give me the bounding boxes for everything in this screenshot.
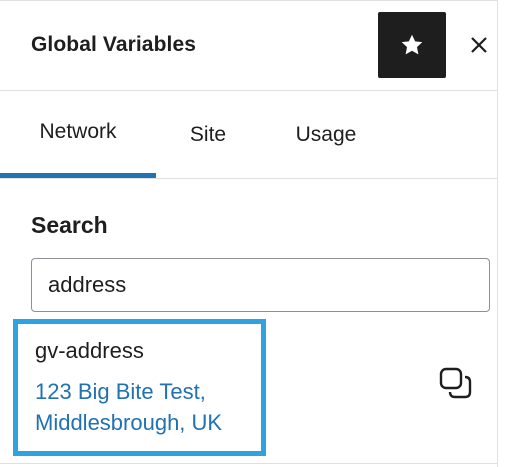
tab-network-label: Network (39, 119, 117, 143)
copy-button[interactable] (434, 363, 478, 403)
tab-bar: Network Site Usage (0, 91, 498, 179)
star-icon (401, 34, 423, 55)
favorite-button[interactable] (378, 12, 446, 78)
tab-network[interactable]: Network (0, 91, 156, 178)
tab-site[interactable]: Site (162, 91, 254, 178)
panel-title: Global Variables (31, 33, 197, 56)
search-input[interactable] (31, 258, 490, 312)
panel-header: Global Variables (0, 1, 498, 91)
tab-usage[interactable]: Usage (268, 91, 384, 178)
close-button[interactable] (462, 26, 496, 64)
tab-usage-label: Usage (295, 122, 357, 146)
search-label: Search (31, 212, 108, 238)
copy-icon (439, 367, 472, 399)
active-tab-indicator (0, 173, 156, 178)
variable-value-link[interactable]: 123 Big Bite Test, Middlesbrough, UK (35, 376, 265, 438)
variable-result-item[interactable]: gv-address 123 Big Bite Test, Middlesbro… (13, 319, 266, 456)
global-variables-panel: Global Variables Network Site Usage Sear… (0, 0, 498, 467)
variable-name: gv-address (35, 338, 144, 363)
divider (0, 463, 498, 464)
tab-site-label: Site (189, 122, 227, 146)
close-icon (471, 37, 487, 53)
